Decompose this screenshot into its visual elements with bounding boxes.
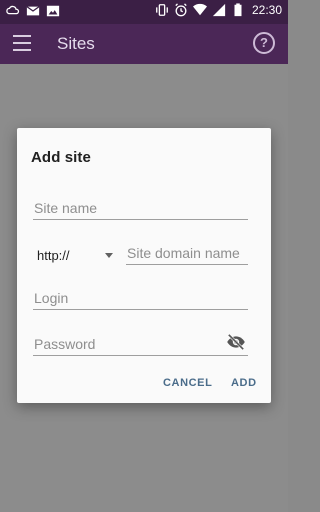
battery-icon <box>234 3 242 17</box>
add-button[interactable]: ADD <box>231 377 257 389</box>
alarm-icon <box>175 3 187 17</box>
menu-icon[interactable] <box>13 35 31 51</box>
eye-off-icon[interactable] <box>226 334 246 350</box>
help-icon[interactable]: ? <box>253 32 275 54</box>
signal-icon <box>212 3 226 17</box>
login-input[interactable] <box>33 290 248 309</box>
password-input[interactable] <box>33 336 248 355</box>
status-bar: 22:30 <box>0 0 288 24</box>
status-time: 22:30 <box>251 3 282 17</box>
site-name-field <box>33 200 248 220</box>
app-bar: Sites ? <box>0 24 288 64</box>
password-field <box>33 334 248 356</box>
site-domain-input[interactable] <box>126 245 248 264</box>
wifi-icon <box>192 3 207 16</box>
site-domain-field <box>126 245 248 265</box>
image-icon <box>46 5 60 17</box>
vibrate-icon <box>156 4 168 16</box>
cloud-sync-icon <box>6 5 20 15</box>
login-field <box>33 290 248 310</box>
add-site-dialog: Add site http:// CANCEL ADD <box>17 128 271 403</box>
protocol-dropdown[interactable]: http:// <box>37 247 113 267</box>
chevron-down-icon <box>105 253 113 258</box>
protocol-selected: http:// <box>37 248 70 263</box>
site-name-input[interactable] <box>33 200 248 219</box>
mail-icon <box>26 6 40 16</box>
page-title: Sites <box>57 34 95 53</box>
cancel-button[interactable]: CANCEL <box>163 377 212 389</box>
dialog-title: Add site <box>31 149 91 166</box>
